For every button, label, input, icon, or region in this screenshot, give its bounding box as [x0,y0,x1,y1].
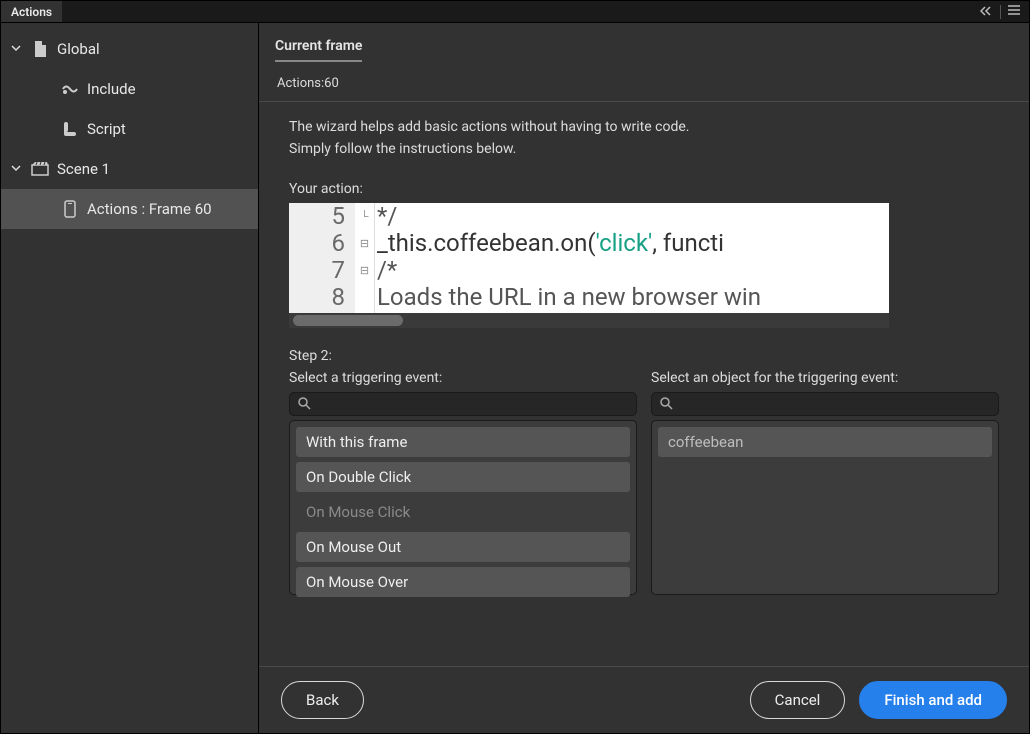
sidebar-item-label: Scene 1 [57,160,110,178]
sidebar-item-label: Include [87,80,136,98]
document-icon [31,40,49,58]
collapse-icon[interactable] [980,5,994,19]
intro-line1: The wizard helps add basic actions witho… [289,116,999,138]
script-icon [61,120,79,138]
page-title: Current frame [275,38,362,62]
hscroll-thumb[interactable] [293,315,403,326]
event-on-mouse-over[interactable]: On Mouse Over [296,567,630,597]
tab-label: Actions [11,5,52,19]
your-action-label: Your action: [289,181,999,197]
code-preview[interactable]: 5 6 7 8 └⊟⊟ */ _this.coffeebean.on('clic… [289,203,889,328]
left-column: Select a triggering event: With this fra… [289,370,637,595]
search-events-input[interactable] [289,392,637,416]
hscroll-track[interactable] [289,313,889,328]
intro-text: The wizard helps add basic actions witho… [289,116,999,161]
sidebar-item-label: Global [57,40,100,58]
divider [1000,5,1001,19]
event-on-double-click[interactable]: On Double Click [296,462,630,492]
step2-label: Step 2: [289,348,999,364]
body: The wizard helps add basic actions witho… [259,102,1029,666]
back-button[interactable]: Back [281,681,364,719]
events-list: With this frame On Double Click On Mouse… [289,420,637,595]
chevron-down-icon[interactable] [9,163,23,176]
sidebar-item-script[interactable]: Script [1,109,258,149]
sidebar-item-global[interactable]: Global [1,29,258,69]
fold-column[interactable]: └⊟⊟ [355,203,375,313]
cancel-button[interactable]: Cancel [750,681,846,719]
main-header: Current frame [259,23,1029,62]
include-icon [61,80,79,98]
two-col: Select a triggering event: With this fra… [289,370,999,595]
tab-bar: Actions [1,1,1029,23]
select-object-heading: Select an object for the triggering even… [651,370,999,386]
search-icon [660,397,673,410]
sidebar-item-include[interactable]: Include [1,69,258,109]
footer: Back Cancel Finish and add [259,666,1029,733]
frame-icon [61,200,79,218]
search-icon [298,397,311,410]
main-panel: Current frame Actions:60 The wizard help… [259,23,1029,733]
line-gutter: 5 6 7 8 [289,203,355,313]
search-objects-input[interactable] [651,392,999,416]
content: Global Include Script [1,23,1029,733]
finish-and-add-button[interactable]: Finish and add [859,681,1007,719]
objects-list: coffeebean [651,420,999,595]
object-coffeebean[interactable]: coffeebean [658,427,992,457]
subheader: Actions:60 [259,62,1029,102]
subheader-text: Actions:60 [277,76,339,91]
code-text: */ _this.coffeebean.on('click', functi /… [375,203,889,313]
sidebar-item-label: Script [87,120,126,138]
sidebar-item-actions-frame60[interactable]: Actions : Frame 60 [1,189,258,229]
scene-icon [31,160,49,178]
triggering-event-heading: Select a triggering event: [289,370,637,386]
tab-bar-right [980,4,1029,19]
sidebar: Global Include Script [1,23,259,733]
event-on-mouse-out[interactable]: On Mouse Out [296,532,630,562]
menu-icon[interactable] [1007,4,1021,19]
sidebar-item-scene1[interactable]: Scene 1 [1,149,258,189]
sidebar-item-label: Actions : Frame 60 [87,200,212,218]
tab-actions[interactable]: Actions [1,1,62,22]
app-window: Actions Global [0,0,1030,734]
right-column: Select an object for the triggering even… [651,370,999,595]
event-on-mouse-click[interactable]: On Mouse Click [296,497,630,527]
chevron-down-icon[interactable] [9,43,23,56]
event-with-this-frame[interactable]: With this frame [296,427,630,457]
intro-line2: Simply follow the instructions below. [289,138,999,160]
